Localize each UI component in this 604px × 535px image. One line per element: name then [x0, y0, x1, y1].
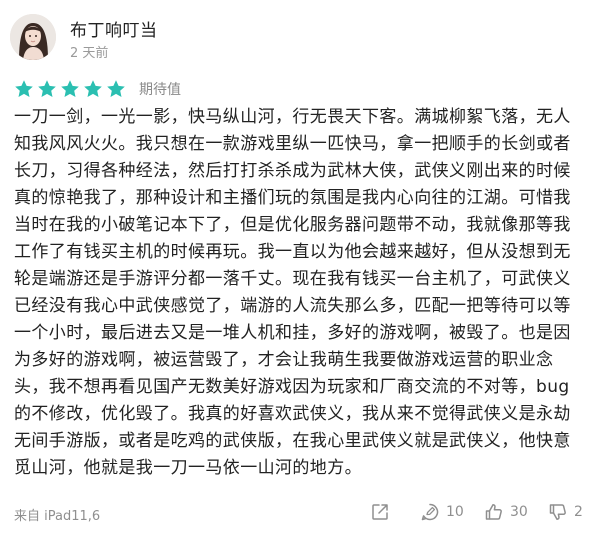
review-content: 一刀一剑，一光一影，快马纵山河，行无畏天下客。满城柳絮飞落，无人 知我风风火火。…: [14, 107, 571, 478]
rating: 期待值: [14, 79, 181, 99]
thumbs-up-icon: [485, 504, 502, 520]
like-button[interactable]: 30: [484, 501, 528, 523]
device-label: 来自 iPad11,6: [14, 509, 101, 524]
share-button[interactable]: [370, 501, 390, 523]
star-icon: [107, 80, 125, 97]
star-icon: [61, 80, 79, 97]
user-name[interactable]: 布丁响叮当: [70, 16, 158, 41]
thumbs-down-icon: [549, 504, 566, 520]
review-footer: 来自 iPad11,6 10 30 2: [0, 498, 604, 528]
dislike-button[interactable]: 2: [548, 501, 583, 523]
like-count: 30: [510, 504, 528, 520]
user-avatar-icon: [10, 14, 56, 60]
rating-stars: [14, 79, 129, 99]
rating-label: 期待值: [139, 82, 181, 98]
star-icon: [38, 80, 56, 97]
share-icon: [372, 504, 388, 520]
post-time: 2 天前: [70, 46, 109, 61]
star-icon: [84, 80, 102, 97]
review-card: 布丁响叮当 2 天前 期待值 一刀一剑，一光一影，快马纵山河，行无畏天下客。满城…: [0, 0, 604, 535]
comment-count: 10: [446, 504, 464, 520]
comment-icon: [421, 503, 439, 521]
star-icon: [15, 80, 33, 97]
dislike-count: 2: [574, 504, 583, 520]
comment-button[interactable]: 10: [420, 501, 464, 523]
avatar[interactable]: [10, 14, 56, 60]
